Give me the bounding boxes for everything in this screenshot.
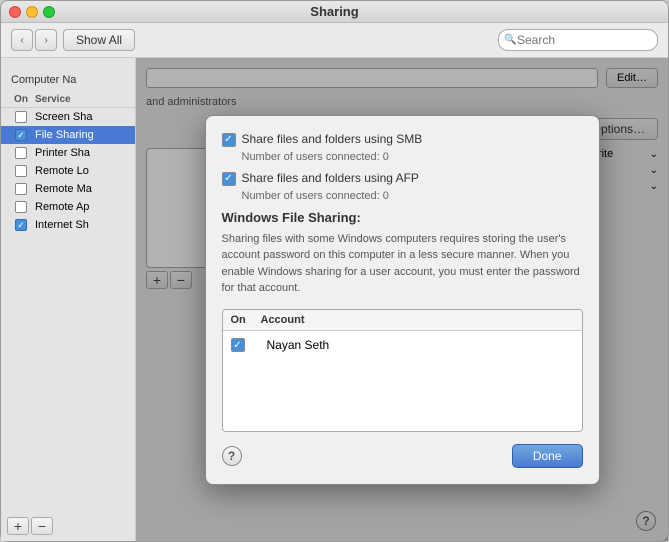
modal-help-button[interactable]: ? (222, 446, 242, 466)
sidebar-row[interactable]: Printer Sha (1, 144, 135, 162)
close-button[interactable] (9, 6, 21, 18)
service-label-file-sharing: File Sharing (35, 129, 129, 141)
main-panel: Edit… and administrators Options… + − (136, 58, 668, 541)
smb-checkbox[interactable]: ✓ (222, 133, 236, 147)
sidebar-row[interactable]: ✓ Internet Sh (1, 216, 135, 234)
service-checkbox-remote-mgmt[interactable] (7, 183, 35, 195)
search-wrapper: ⌕ (498, 29, 658, 51)
checkbox-remote-apple[interactable] (15, 201, 27, 213)
windows-sharing-table: On Account ✓ Nayan Seth (222, 309, 583, 432)
back-button[interactable]: ‹ (11, 29, 33, 51)
traffic-lights (9, 6, 55, 18)
window-title: Sharing (310, 4, 358, 19)
search-input[interactable] (498, 29, 658, 51)
smb-row: ✓ Share files and folders using SMB (222, 132, 583, 147)
table-body: ✓ Nayan Seth (223, 331, 582, 431)
remove-service-button[interactable]: − (31, 517, 53, 535)
service-checkbox-remote-apple[interactable] (7, 201, 35, 213)
table-col-on: On (231, 314, 261, 326)
afp-checkbox[interactable]: ✓ (222, 172, 236, 186)
account-name-nayan: Nayan Seth (267, 338, 574, 352)
sidebar-row-file-sharing[interactable]: ✓ File Sharing (1, 126, 135, 144)
maximize-button[interactable] (43, 6, 55, 18)
modal-footer: ? Done (222, 444, 583, 468)
service-label-screen-sharing: Screen Sha (35, 111, 129, 123)
windows-sharing-title: Windows File Sharing: (222, 210, 583, 225)
service-checkbox-printer-sharing[interactable] (7, 147, 35, 159)
table-header: On Account (223, 310, 582, 331)
afp-label: Share files and folders using AFP (242, 171, 419, 185)
nav-buttons: ‹ › (11, 29, 57, 51)
service-checkbox-internet-sharing[interactable]: ✓ (7, 219, 35, 231)
account-checkbox-nayan[interactable]: ✓ (231, 338, 245, 352)
smb-label: Share files and folders using SMB (242, 132, 423, 146)
checkbox-remote-mgmt[interactable] (15, 183, 27, 195)
afp-row: ✓ Share files and folders using AFP (222, 171, 583, 186)
afp-connected-label: Number of users connected: 0 (222, 190, 583, 202)
service-checkbox-file-sharing[interactable]: ✓ (7, 129, 35, 141)
windows-sharing-desc: Sharing files with some Windows computer… (222, 231, 583, 297)
checkbox-internet-sharing[interactable]: ✓ (15, 219, 27, 231)
service-checkbox-screen-sharing[interactable] (7, 111, 35, 123)
main-window: Sharing ‹ › Show All ⌕ Computer Na On Se… (0, 0, 669, 542)
table-col-account: Account (261, 314, 574, 326)
on-column-header: On (7, 94, 35, 105)
service-label-printer-sharing: Printer Sha (35, 147, 129, 159)
computer-name-label: Computer Na (11, 74, 76, 86)
service-label-internet-sharing: Internet Sh (35, 219, 129, 231)
sidebar-row[interactable]: Remote Ma (1, 180, 135, 198)
service-label-remote-login: Remote Lo (35, 165, 129, 177)
service-label-remote-mgmt: Remote Ma (35, 183, 129, 195)
service-checkbox-remote-login[interactable] (7, 165, 35, 177)
checkbox-remote-login[interactable] (15, 165, 27, 177)
service-column-header: Service (35, 94, 129, 105)
toolbar: ‹ › Show All ⌕ (1, 23, 668, 58)
checkbox-file-sharing[interactable]: ✓ (15, 129, 27, 141)
add-service-button[interactable]: + (7, 517, 29, 535)
checkbox-screen-sharing[interactable] (15, 111, 27, 123)
smb-connected-label: Number of users connected: 0 (222, 151, 583, 163)
sidebar-row[interactable]: Remote Ap (1, 198, 135, 216)
service-label-remote-apple: Remote Ap (35, 201, 129, 213)
sidebar-row[interactable]: Screen Sha (1, 108, 135, 126)
modal-dialog: ✓ Share files and folders using SMB Numb… (205, 115, 600, 485)
sidebar: Computer Na On Service Screen Sha ✓ (1, 58, 136, 541)
sidebar-row[interactable]: Remote Lo (1, 162, 135, 180)
computer-name-section: Computer Na (1, 68, 135, 92)
table-row[interactable]: ✓ Nayan Seth (223, 331, 582, 359)
main-content: Computer Na On Service Screen Sha ✓ (1, 58, 668, 541)
table-row-checkbox[interactable]: ✓ (231, 337, 261, 352)
title-bar: Sharing (1, 1, 668, 23)
search-icon: ⌕ (504, 35, 510, 46)
modal-overlay: ✓ Share files and folders using SMB Numb… (136, 58, 668, 541)
sidebar-table-header: On Service (1, 92, 135, 108)
checkbox-printer-sharing[interactable] (15, 147, 27, 159)
done-button[interactable]: Done (512, 444, 583, 468)
forward-button[interactable]: › (35, 29, 57, 51)
sidebar-table: Screen Sha ✓ File Sharing Printer Sha (1, 108, 135, 511)
show-all-button[interactable]: Show All (63, 29, 135, 51)
minimize-button[interactable] (26, 6, 38, 18)
